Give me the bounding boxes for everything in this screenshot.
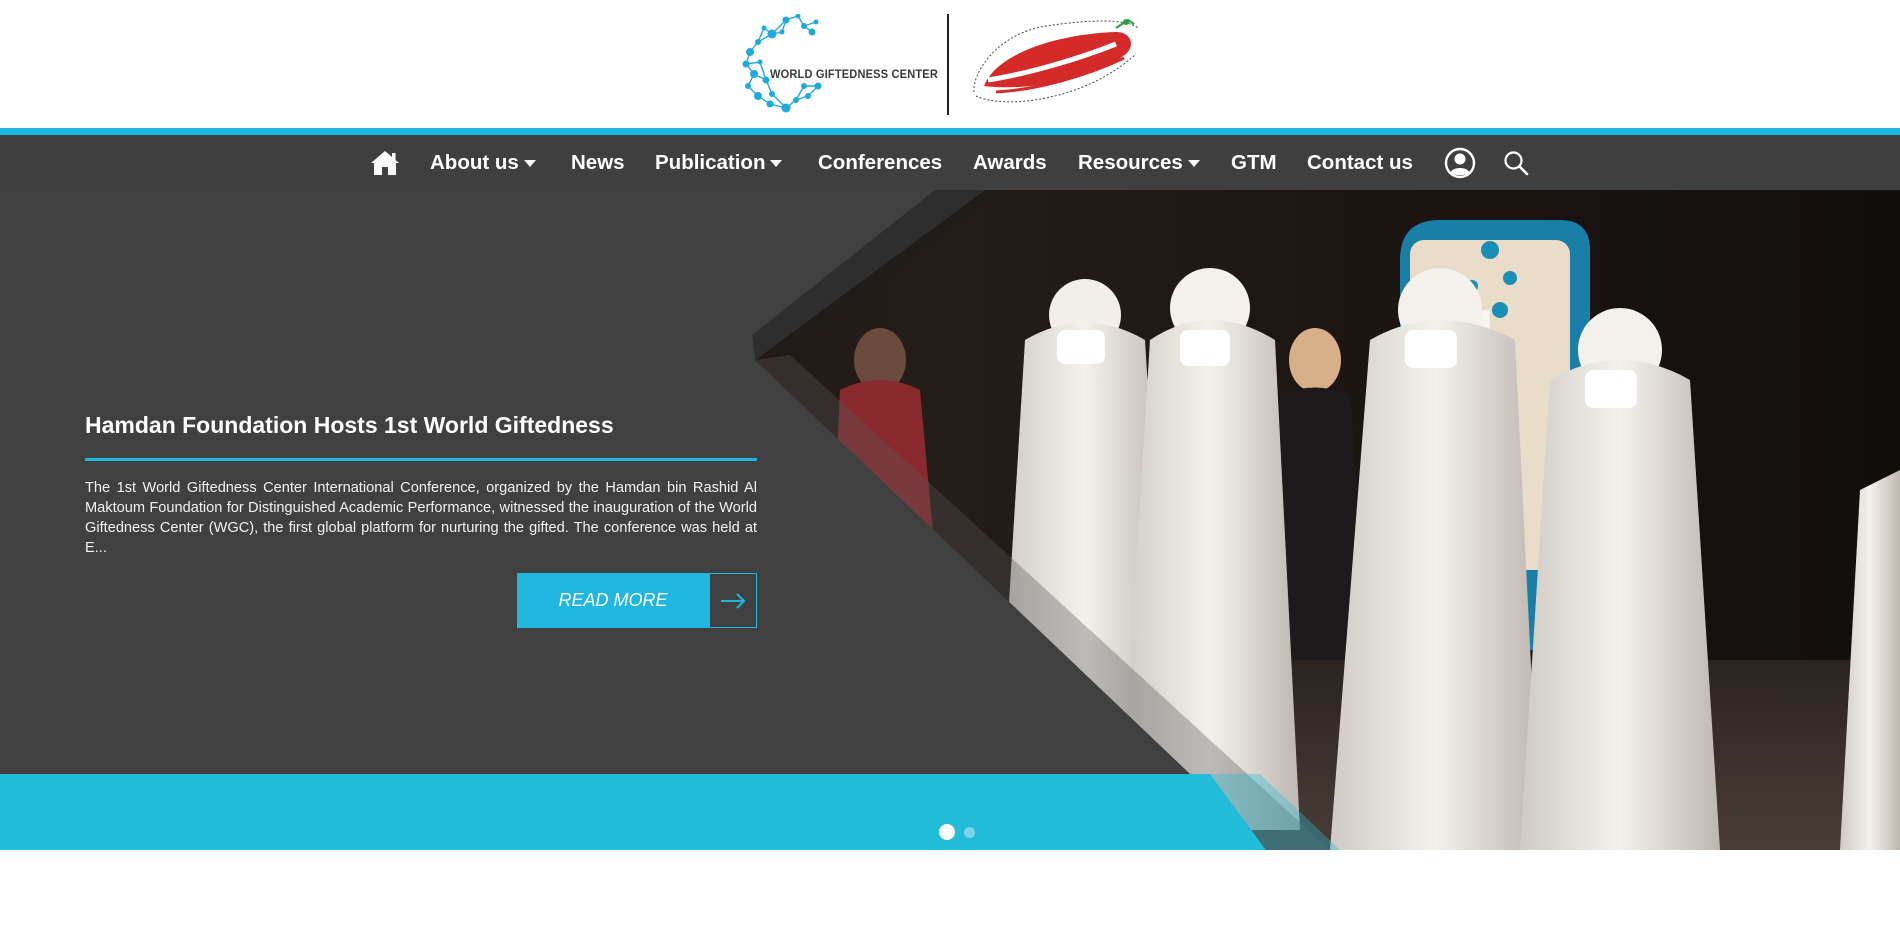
caret-down-icon — [1187, 160, 1200, 167]
wgc-logo[interactable]: WORLD GIFTEDNESS CENTER — [742, 14, 938, 114]
site-header: WORLD GIFTEDNESS CENTER — [0, 0, 1900, 128]
nav-item-label: About us — [430, 150, 519, 174]
wgc-logo-text: WORLD GIFTEDNESS CENTER — [770, 67, 939, 81]
caret-down-icon — [523, 160, 536, 167]
hero-excerpt: The 1st World Giftedness Center Internat… — [85, 480, 757, 556]
nav-item-conferences[interactable]: Conferences — [818, 135, 942, 190]
nav-item-label: Publication — [655, 150, 766, 174]
arrow-right-icon — [709, 573, 757, 628]
read-more-button[interactable]: READ MORE — [517, 573, 757, 628]
nav-item-label: Awards — [973, 150, 1047, 174]
nav-item-publication[interactable]: Publication — [655, 135, 783, 190]
nav-item-label: Conferences — [818, 150, 943, 174]
search-icon[interactable] — [1503, 135, 1529, 190]
user-icon[interactable] — [1444, 135, 1476, 190]
hero-slider: Hamdan Foundation Hosts 1st World Gifted… — [0, 190, 1900, 850]
nav-item-gtm[interactable]: GTM — [1231, 135, 1277, 190]
nav-item-label: Contact us — [1307, 150, 1413, 174]
logo-divider — [947, 14, 949, 115]
slide-dot-1[interactable] — [939, 824, 955, 840]
nav-item-about-us[interactable]: About us — [430, 135, 536, 190]
nav-item-resources[interactable]: Resources — [1078, 135, 1200, 190]
read-more-label: READ MORE — [517, 573, 709, 628]
nav-item-label: GTM — [1231, 150, 1277, 174]
nav-item-awards[interactable]: Awards — [973, 135, 1047, 190]
title-underline — [85, 458, 757, 461]
wgc-logo-mark — [742, 14, 822, 113]
nav-accent-bar — [0, 128, 1900, 135]
nav-item-news[interactable]: News — [571, 135, 625, 190]
hamdan-foundation-logo[interactable] — [966, 14, 1144, 114]
caret-down-icon — [770, 160, 783, 167]
nav-item-label: Resources — [1078, 150, 1183, 174]
main-nav: About us News Publication Conferences Aw… — [0, 135, 1900, 190]
home-icon[interactable] — [369, 135, 401, 190]
nav-item-label: News — [571, 150, 625, 174]
slider-pagination — [939, 824, 975, 840]
hero-title: Hamdan Foundation Hosts 1st World Gifted… — [85, 412, 614, 438]
slide-dot-2[interactable] — [964, 826, 975, 838]
nav-item-contact-us[interactable]: Contact us — [1307, 135, 1413, 190]
hamdan-foundation-emblem — [973, 18, 1139, 103]
